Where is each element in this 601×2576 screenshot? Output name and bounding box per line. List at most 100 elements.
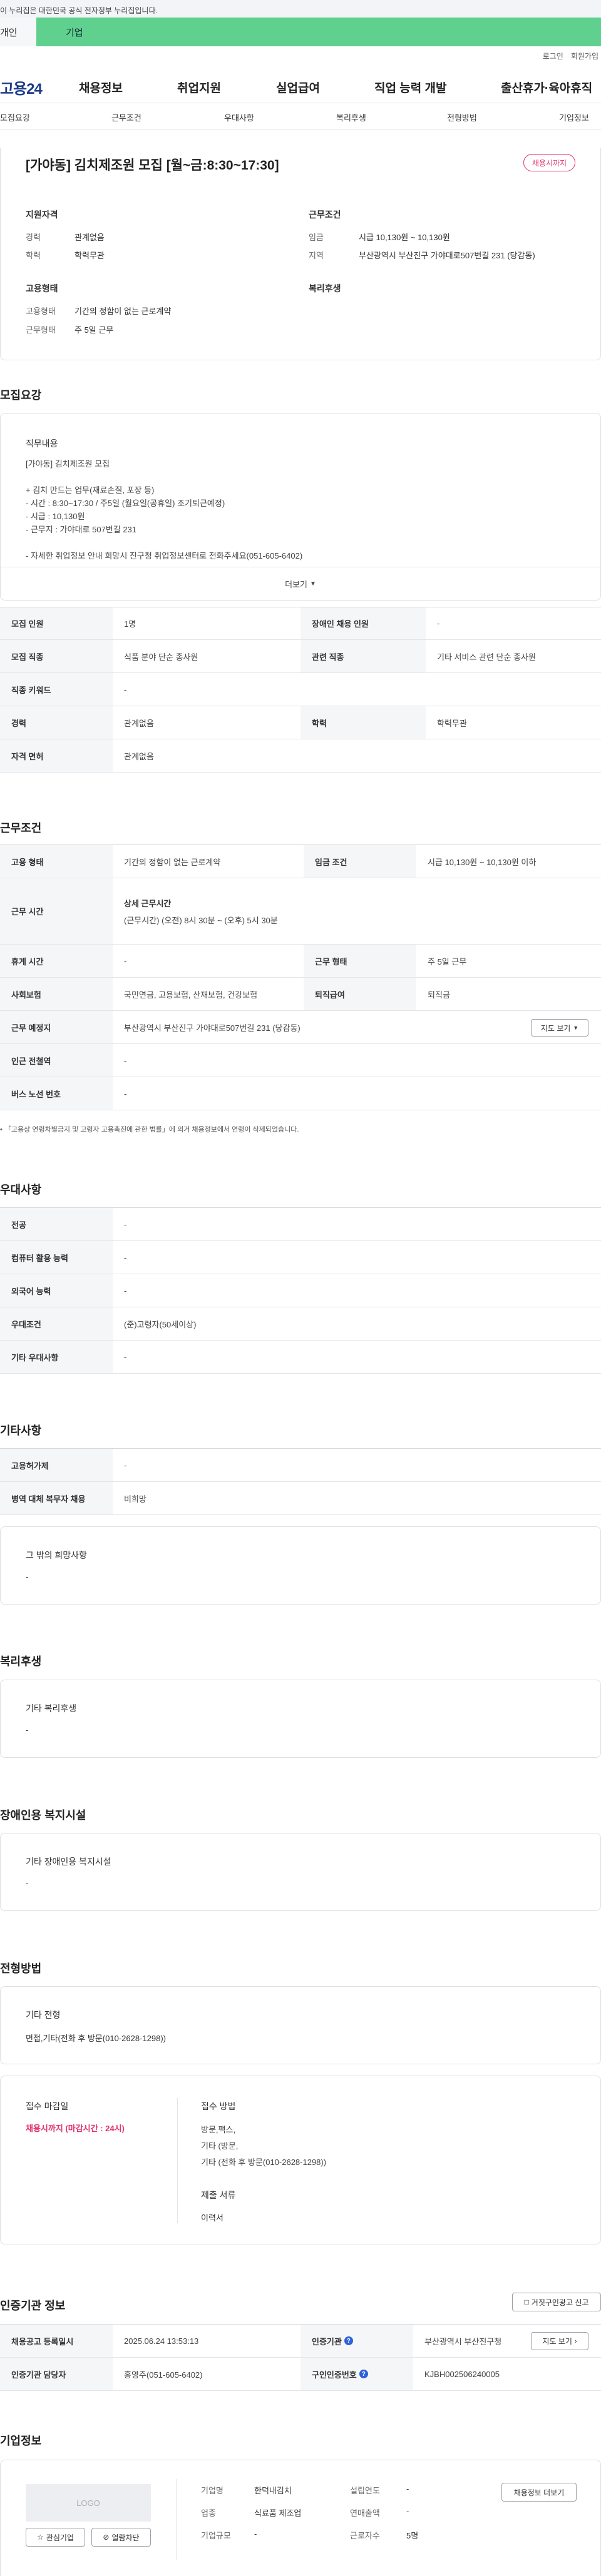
- tab-preference[interactable]: 우대사항: [224, 111, 254, 123]
- table-cell: 퇴직금: [428, 990, 450, 1000]
- tab-company[interactable]: 기업정보: [559, 111, 589, 123]
- login-link[interactable]: 로그인: [543, 51, 563, 61]
- map-view-button[interactable]: 지도 보기 ▼: [531, 1019, 588, 1037]
- education-value: 학력무관: [74, 251, 105, 260]
- table-header: 경력: [0, 706, 113, 739]
- more-jobs-label: 채용정보 더보기: [513, 2488, 565, 2497]
- tab-recruit[interactable]: 모집요강: [0, 111, 30, 123]
- job-line: - 자세한 취업정보 안내 희망시 진구청 취업정보센터로 전화주세요(051-…: [26, 551, 303, 560]
- cert-map-button-label: 지도 보기: [542, 2337, 572, 2346]
- welfare-box-value: -: [26, 1725, 29, 1735]
- table-row: 채용공고 등록일시 2025.06.24 13:53:13 인증기관 ? 부산광…: [0, 2325, 601, 2358]
- cert-map-button[interactable]: 지도 보기 ›: [531, 2332, 588, 2350]
- gnb-item-unemployment-benefit[interactable]: 실업급여: [276, 79, 320, 96]
- job-line: - 시급 : 10,130원: [26, 512, 85, 521]
- schedule-label: 근무형태: [26, 325, 56, 335]
- block-view-button[interactable]: ⊘ 열람차단: [91, 2528, 151, 2547]
- disabled-facility-heading: 기타 장애인용 복지시설: [26, 1857, 111, 1867]
- selection-section-title: 전형방법: [0, 1962, 42, 1975]
- table-header: 고용허가제: [0, 1449, 113, 1481]
- founded-value: -: [406, 2484, 409, 2493]
- recruit-table: 모집 인원 1명 장애인 채용 인원 - 모집 직종 식품 분야 단순 종사원 …: [0, 607, 601, 773]
- table-row: 자격 면허 관계없음: [0, 739, 601, 773]
- table-header: 구인인증번호 ?: [300, 2358, 413, 2390]
- table-row: 기타 우대사항 -: [0, 1341, 601, 1374]
- table-cell: 1명: [124, 619, 136, 629]
- job-line: [26, 470, 302, 484]
- workers-value: 5명: [406, 2531, 419, 2540]
- table-row: 인근 전철역 -: [0, 1044, 601, 1077]
- divider: [177, 2098, 178, 2223]
- table-cell: 2025.06.24 13:53:13: [124, 2336, 199, 2346]
- work-section-title: 근무조건: [0, 822, 42, 834]
- gnb-item-employment-support[interactable]: 취업지원: [177, 79, 221, 96]
- welfare-section-title: 복리후생: [0, 1655, 42, 1668]
- founded-label: 설립연도: [350, 2486, 380, 2495]
- user-type-tabs: 개인 기업: [0, 18, 601, 46]
- divider: [176, 2479, 177, 2560]
- tab-corporate-label: 기업: [66, 27, 83, 38]
- false-ad-report-button[interactable]: □ 거짓구인광고 신고: [512, 2293, 601, 2311]
- sales-value: -: [406, 2507, 409, 2516]
- utility-bar: 로그인 회원가입: [0, 46, 601, 65]
- table-header: 임금 조건: [304, 845, 416, 878]
- false-ad-report-label: 거짓구인광고 신고: [531, 2298, 589, 2307]
- gnb-item-vocational-training[interactable]: 직업 능력 개발: [374, 79, 446, 96]
- table-row: 외국어 능력 -: [0, 1274, 601, 1307]
- more-button[interactable]: 더보기 ▼: [1, 567, 600, 601]
- chevron-down-icon: ▼: [573, 1025, 579, 1031]
- site-logo[interactable]: 고용24: [0, 76, 43, 98]
- employment-heading: 고용형태: [26, 283, 58, 293]
- table-header: 인증기관 담당자: [0, 2358, 113, 2390]
- table-row: 우대조건 (준)고령자(50세이상): [0, 1307, 601, 1341]
- table-cell: -: [124, 1460, 127, 1470]
- tab-personal[interactable]: 개인: [0, 18, 36, 46]
- table-header: 컴퓨터 활용 능력: [0, 1241, 113, 1274]
- work-hours-detail: (근무시간) (오전) 8시 30분 ~ (오후) 5시 30분: [124, 915, 278, 925]
- tab-selection[interactable]: 전형방법: [447, 111, 477, 123]
- tab-work-conditions[interactable]: 근무조건: [111, 111, 141, 123]
- table-cell: 비희망: [124, 1494, 146, 1504]
- info-icon[interactable]: ?: [359, 2370, 368, 2378]
- selection-box: 기타 전형 면접,기타(전화 후 방문(010-2628-1298)): [0, 1986, 601, 2064]
- table-row: 전공 -: [0, 1208, 601, 1241]
- table-cell: -: [124, 1219, 127, 1229]
- table-header: 직종 키워드: [0, 673, 113, 706]
- etc-box: 그 밖의 희망사항 -: [0, 1526, 601, 1605]
- chevron-down-icon: ▼: [309, 581, 316, 587]
- table-cell: KJBH002506240005: [424, 2369, 500, 2379]
- etc-box-value: -: [26, 1572, 29, 1581]
- employment-type-value: 기간의 정함이 없는 근로계약: [74, 307, 172, 316]
- disabled-facility-box: 기타 장애인용 복지시설 -: [0, 1833, 601, 1911]
- table-cell: -: [124, 1088, 127, 1098]
- chevron-right-icon: ›: [574, 2337, 577, 2345]
- tab-corporate[interactable]: 기업: [36, 18, 601, 46]
- table-row: 병역 대체 복무자 채용 비희망: [0, 1482, 601, 1515]
- wage-label: 임금: [309, 233, 324, 242]
- signup-link[interactable]: 회원가입: [571, 51, 598, 61]
- more-button-label: 더보기: [285, 580, 307, 589]
- info-icon[interactable]: ?: [344, 2336, 353, 2345]
- deadline-value: 채용시까지 (마감시간 : 24시): [26, 2124, 125, 2133]
- industry-label: 업종: [201, 2508, 216, 2518]
- table-header: 관련 직종: [300, 640, 426, 672]
- condition-heading: 근무조건: [309, 210, 341, 220]
- gov-notice-bar: 이 누리집은 대한민국 공식 전자정부 누리집입니다.: [0, 0, 601, 18]
- tab-welfare[interactable]: 복리후생: [336, 111, 366, 123]
- job-title: [가야동] 김치제조원 모집 [월~금:8:30~17:30]: [26, 158, 279, 173]
- more-jobs-button[interactable]: 채용정보 더보기: [501, 2483, 577, 2502]
- job-description-card: 직무내용 [가야동] 김치제조원 모집 + 김치 만드는 업무(재료손질, 포장…: [0, 413, 601, 601]
- favorite-company-button[interactable]: ☆ 관심기업: [26, 2528, 85, 2547]
- table-header: 인증기관 ?: [300, 2325, 413, 2357]
- age-note: • 「고용상 연령차별금지 및 고령자 고용촉진에 관한 법률」에 의거 채용정…: [0, 1126, 299, 1133]
- table-row: 인증기관 담당자 홍영주(051-605-6402) 구인인증번호 ? KJBH…: [0, 2358, 601, 2391]
- table-row: 휴게 시간 - 근무 형태 주 5일 근무: [0, 945, 601, 978]
- company-size-label: 기업규모: [201, 2531, 231, 2540]
- table-header: 채용공고 등록일시: [0, 2325, 113, 2357]
- map-view-button-label: 지도 보기: [540, 1023, 571, 1033]
- table-cell: -: [437, 619, 440, 628]
- method-heading: 접수 방법: [201, 2101, 236, 2111]
- gnb-item-jobs[interactable]: 채용정보: [79, 79, 123, 96]
- cert-org-label: 인증기관: [312, 2336, 342, 2346]
- gnb-item-parental-leave[interactable]: 출산휴가·육아휴직: [501, 79, 592, 96]
